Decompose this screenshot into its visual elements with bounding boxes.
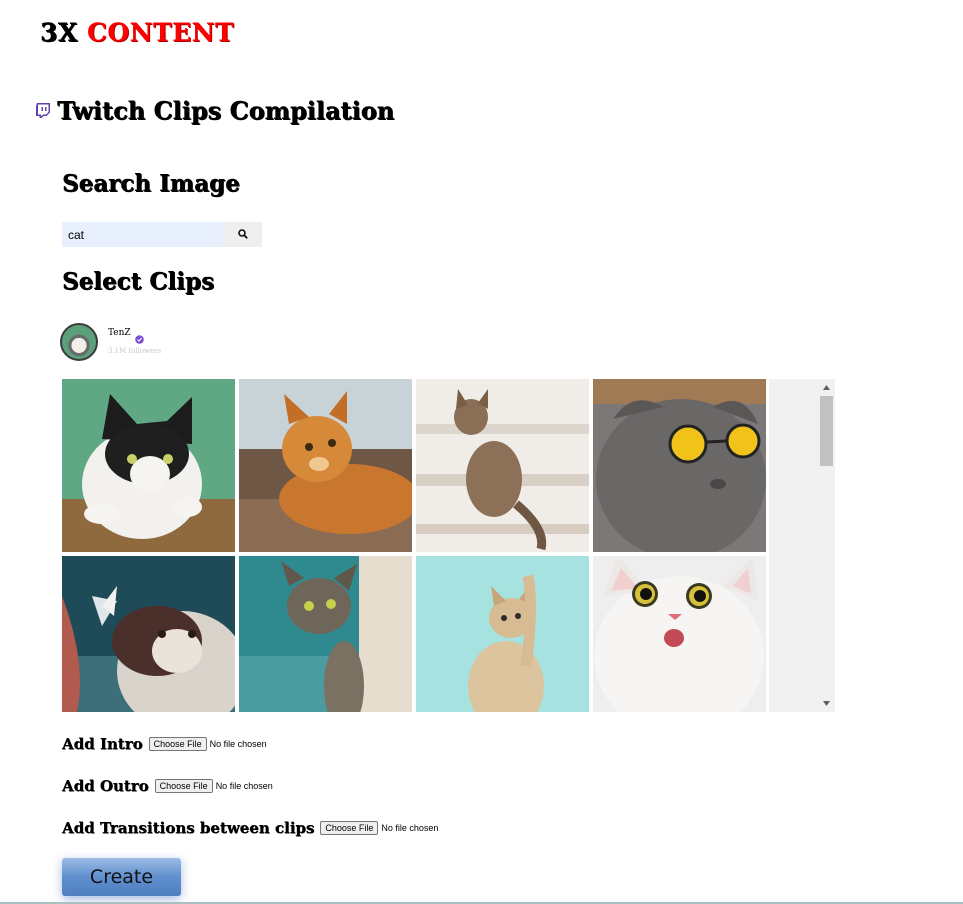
- twitch-icon: [35, 102, 51, 119]
- search-input[interactable]: [62, 222, 223, 247]
- scroll-up-arrow-icon[interactable]: [818, 379, 835, 396]
- clip-thumbnail[interactable]: [593, 556, 766, 712]
- create-button[interactable]: Create: [62, 858, 181, 896]
- outro-upload-row: Add Outro Choose File No file chosen: [62, 777, 273, 795]
- intro-file-status: No file chosen: [209, 739, 267, 749]
- search-icon: [237, 227, 248, 242]
- intro-choose-file-button[interactable]: Choose File: [148, 737, 207, 751]
- transitions-label: Add Transitions between clips: [62, 819, 315, 837]
- channel-followers: 3.1M followers: [108, 347, 162, 355]
- transitions-file-status: No file chosen: [381, 823, 439, 833]
- page-heading: Twitch Clips Compilation: [35, 96, 394, 125]
- gallery-scrollbar[interactable]: [818, 379, 835, 712]
- outro-choose-file-button[interactable]: Choose File: [154, 779, 213, 793]
- search-box: [62, 222, 262, 247]
- clip-grid: [62, 379, 769, 712]
- app-logo[interactable]: 3X CONTENT: [40, 18, 234, 47]
- scroll-thumb[interactable]: [820, 396, 833, 466]
- clip-thumbnail[interactable]: [416, 556, 589, 712]
- transitions-choose-file-button[interactable]: Choose File: [320, 821, 379, 835]
- search-button[interactable]: [223, 222, 262, 247]
- scroll-down-arrow-icon[interactable]: [818, 695, 835, 712]
- clip-thumbnail[interactable]: [239, 556, 412, 712]
- page-title: Twitch Clips Compilation: [57, 96, 395, 125]
- verified-icon: [134, 329, 144, 344]
- clip-thumbnail[interactable]: [62, 556, 235, 712]
- clip-thumbnail[interactable]: [593, 379, 766, 552]
- clip-gallery[interactable]: [62, 379, 835, 712]
- channel-card[interactable]: TenZ 3.1M followers: [60, 323, 161, 361]
- transitions-upload-row: Add Transitions between clips Choose Fil…: [62, 819, 438, 837]
- logo-part-b: CONTENT: [87, 18, 235, 47]
- clip-thumbnail[interactable]: [62, 379, 235, 552]
- avatar: [60, 323, 98, 361]
- intro-upload-row: Add Intro Choose File No file chosen: [62, 735, 267, 753]
- intro-label: Add Intro: [62, 735, 143, 753]
- outro-file-status: No file chosen: [215, 781, 273, 791]
- select-clips-title: Select Clips: [62, 268, 215, 295]
- channel-meta: TenZ 3.1M followers: [108, 328, 161, 355]
- clip-thumbnail[interactable]: [416, 379, 589, 552]
- logo-part-a: 3X: [40, 18, 87, 47]
- clip-thumbnail[interactable]: [239, 379, 412, 552]
- gallery-track: [769, 379, 818, 712]
- search-section-title: Search Image: [62, 170, 240, 197]
- channel-name: TenZ: [108, 328, 131, 338]
- outro-label: Add Outro: [62, 777, 149, 795]
